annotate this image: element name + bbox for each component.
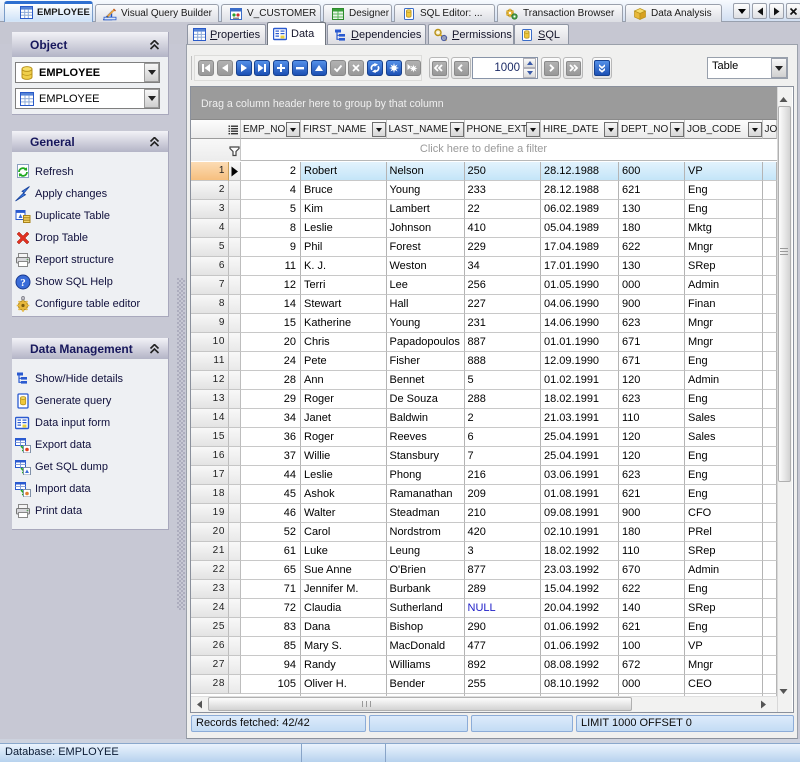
svg-text:?: ?	[20, 277, 26, 289]
